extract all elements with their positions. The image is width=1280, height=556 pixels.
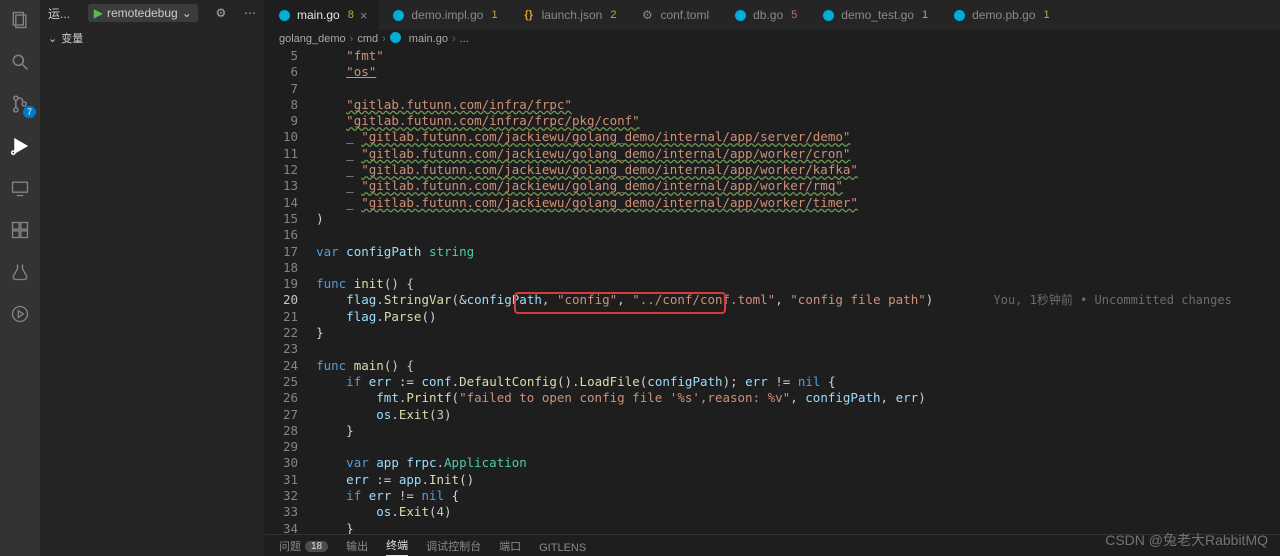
tab-label: demo.pb.go xyxy=(972,8,1035,22)
editor-tab[interactable]: demo_test.go 1 xyxy=(809,0,940,30)
editor-tab[interactable]: db.go 5 xyxy=(721,0,809,30)
go-icon xyxy=(277,8,291,22)
close-icon[interactable]: × xyxy=(360,8,368,23)
extra-icon[interactable] xyxy=(8,302,32,326)
testing-icon[interactable] xyxy=(8,260,32,284)
panel-title: 运... xyxy=(48,5,70,22)
toml-icon: ⚙ xyxy=(640,8,654,22)
variables-section[interactable]: ⌄ 变量 xyxy=(40,26,264,50)
tab-label: main.go xyxy=(297,8,340,22)
editor-tab[interactable]: demo.pb.go 1 xyxy=(940,0,1062,30)
tab-mod-count: 1 xyxy=(922,9,928,21)
chevron-down-icon: ⌄ xyxy=(182,6,192,20)
json-icon: {} xyxy=(522,8,536,22)
tab-label: db.go xyxy=(753,8,783,22)
explorer-icon[interactable] xyxy=(8,8,32,32)
run-debug-panel: 运... ▶ remotedebug ⌄ ⚙ ⋯ ⌄ 变量 xyxy=(40,0,265,556)
tab-label: conf.toml xyxy=(660,8,709,22)
play-icon: ▶ xyxy=(94,6,103,20)
tab-mod-count: 2 xyxy=(610,9,616,21)
watermark: CSDN @兔老大RabbitMQ xyxy=(1105,530,1268,550)
go-icon xyxy=(821,8,835,22)
crumb-item[interactable]: golang_demo xyxy=(279,33,346,45)
activity-bar: 7 xyxy=(0,0,40,556)
chevron-down-icon: ⌄ xyxy=(48,32,57,45)
run-config-selector[interactable]: ▶ remotedebug ⌄ xyxy=(88,4,198,22)
crumb-item[interactable]: cmd xyxy=(357,33,378,45)
search-icon[interactable] xyxy=(8,50,32,74)
code-editor[interactable]: 5678910111213141516171819202122232425262… xyxy=(265,48,1280,556)
tab-gitlens[interactable]: GITLENS xyxy=(539,542,586,556)
go-icon xyxy=(390,32,401,46)
run-config-name: remotedebug xyxy=(107,6,178,20)
breadcrumb[interactable]: golang_demo›cmd›main.go›... xyxy=(265,30,1280,48)
editor-tab[interactable]: ⚙ conf.toml xyxy=(628,0,721,30)
editor-tab[interactable]: {} launch.json 2 xyxy=(510,0,629,30)
tab-debug-console[interactable]: 调试控制台 xyxy=(426,538,481,556)
more-icon[interactable]: ⋯ xyxy=(244,6,256,20)
go-icon xyxy=(733,8,747,22)
editor-tabs: main.go 8 × demo.impl.go 1 {} launch.json 2 ⚙ con… xyxy=(265,0,1280,30)
run-debug-icon[interactable] xyxy=(8,134,32,158)
remote-icon[interactable] xyxy=(8,176,32,200)
tab-mod-count: 5 xyxy=(791,9,797,21)
tab-terminal[interactable]: 终端 xyxy=(386,537,408,556)
extensions-icon[interactable] xyxy=(8,218,32,242)
tab-output[interactable]: 输出 xyxy=(346,538,368,556)
gear-icon[interactable]: ⚙ xyxy=(216,6,227,20)
tab-label: launch.json xyxy=(542,8,603,22)
source-control-icon[interactable]: 7 xyxy=(8,92,32,116)
tab-mod-count: 1 xyxy=(491,9,497,21)
tab-label: demo_test.go xyxy=(841,8,914,22)
crumb-item[interactable]: main.go xyxy=(409,33,448,45)
editor-tab[interactable]: demo.impl.go 1 xyxy=(379,0,509,30)
tab-mod-count: 1 xyxy=(1044,9,1050,21)
tab-label: demo.impl.go xyxy=(411,8,483,22)
go-icon xyxy=(391,8,405,22)
tab-ports[interactable]: 端口 xyxy=(499,538,521,556)
editor-area: main.go 8 × demo.impl.go 1 {} launch.json 2 ⚙ con… xyxy=(265,0,1280,556)
tab-problems[interactable]: 问题18 xyxy=(279,538,328,556)
variables-label: 变量 xyxy=(61,30,83,46)
problems-count: 18 xyxy=(305,541,328,552)
tab-mod-count: 8 xyxy=(348,9,354,21)
scm-badge: 7 xyxy=(23,106,36,118)
go-icon xyxy=(952,8,966,22)
editor-tab[interactable]: main.go 8 × xyxy=(265,0,379,30)
crumb-item[interactable]: ... xyxy=(460,33,469,45)
